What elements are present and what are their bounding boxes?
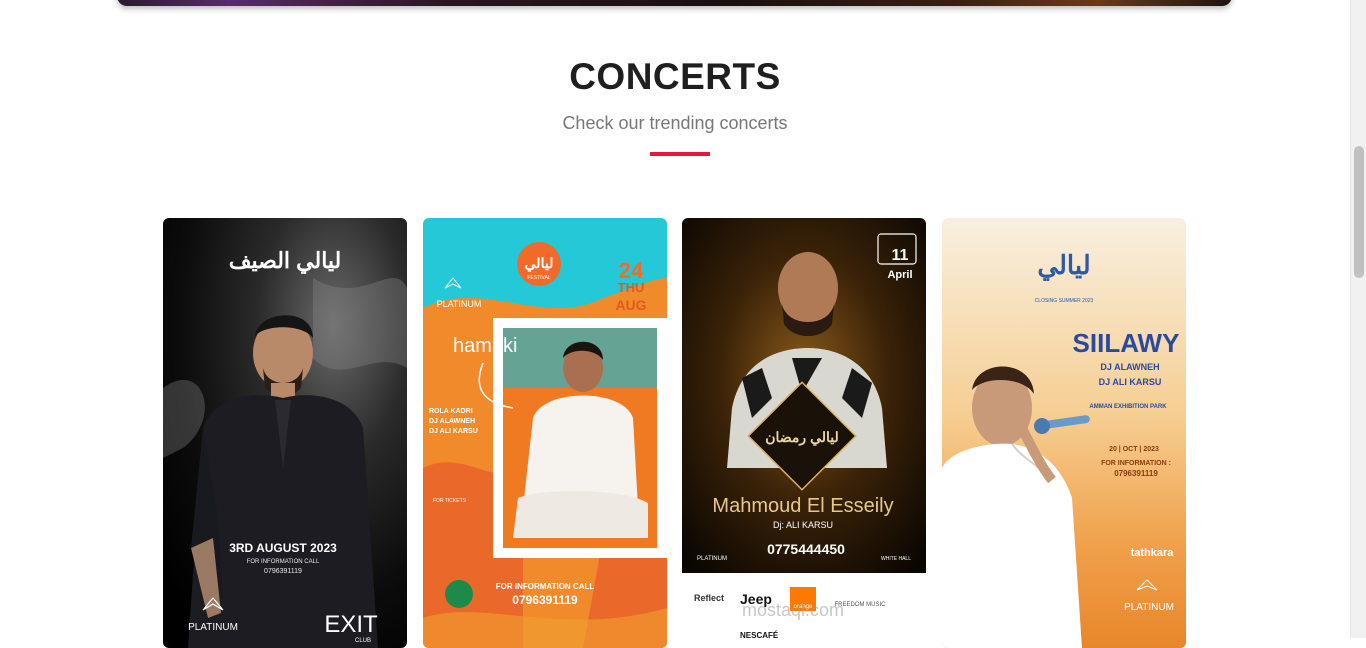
poster-2-artist: hamaki <box>453 335 517 357</box>
poster-4-season: CLOSING SUMMER 2023 <box>1035 298 1094 304</box>
poster-4-dj-2: DJ ALI KARSU <box>1099 377 1162 387</box>
poster-4-phone: 0796391119 <box>1114 469 1158 478</box>
section-subtitle: Check our trending concerts <box>562 113 788 133</box>
poster-2-dj-1: ROLA KADRI <box>429 408 473 415</box>
poster-3-logo: ليالي رمضان <box>765 429 839 446</box>
concert-card-4[interactable]: ليالي CLOSING SUMMER 2023 SIILAWY DJ ALA… <box>942 218 1186 648</box>
poster-4-artist: SIILAWY <box>1073 328 1180 358</box>
poster-2-dj-3: DJ ALI KARSU <box>429 428 478 435</box>
poster-2-festival: FESTIVAL <box>527 275 550 281</box>
poster-4-date: 20 | OCT | 2023 <box>1109 446 1159 453</box>
poster-2-phone: 0796391119 <box>512 593 578 607</box>
poster-2-weekday: THU <box>618 280 645 295</box>
poster-2-tickets-label: FOR TICKETS <box>433 498 467 504</box>
scrollbar-thumb[interactable] <box>1354 146 1364 278</box>
poster-1-phone: 0796391119 <box>264 568 302 575</box>
concert-poster-3: 11 April ليالي رمضان Mahmoud El Esseily … <box>682 218 926 648</box>
poster-2-logo: ليالي <box>525 255 554 272</box>
concert-card-3[interactable]: 11 April ليالي رمضان Mahmoud El Esseily … <box>682 218 926 648</box>
poster-2-info-label: FOR INFORMATION CALL <box>496 582 595 591</box>
concert-poster-1: ليالي الصيف 3RD AUGUST 2023 FOR INFORMAT… <box>163 218 407 648</box>
poster-2-month: AUG <box>615 297 646 313</box>
section-title: CONCERTS <box>569 56 781 97</box>
concert-poster-2: ليالي FESTIVAL 24 THU AUG PLATINUM hamak… <box>423 218 667 648</box>
poster-3-sponsor-5: NESCAFÉ <box>740 631 779 640</box>
poster-1-date: 3RD AUGUST 2023 <box>229 541 337 555</box>
poster-4-brand: PLATINUM <box>1124 602 1174 613</box>
poster-3-phone: 0775444450 <box>767 541 845 557</box>
poster-3-watermark: mostaql.com <box>742 600 844 620</box>
poster-1-venue: EXIT <box>324 611 378 638</box>
poster-1-logo: ليالي الصيف <box>229 248 342 274</box>
poster-3-brand: PLATINUM <box>697 556 727 562</box>
page-scrollbar[interactable] <box>1350 0 1366 638</box>
concert-card-2[interactable]: ليالي FESTIVAL 24 THU AUG PLATINUM hamak… <box>423 218 667 648</box>
poster-2-dj-2: DJ ALAWNEH <box>429 418 475 425</box>
concert-card-1[interactable]: ليالي الصيف 3RD AUGUST 2023 FOR INFORMAT… <box>163 218 407 648</box>
poster-3-artist: Mahmoud El Esseily <box>712 495 893 517</box>
poster-3-dj: Dj: ALI KARSU <box>773 520 833 530</box>
poster-4-ticketing: tathkara <box>1131 547 1175 559</box>
concert-poster-4: ليالي CLOSING SUMMER 2023 SIILAWY DJ ALA… <box>942 218 1186 648</box>
poster-4-location: AMMAN EXHIBITION PARK <box>1089 404 1167 410</box>
poster-3-venue: WHITE HALL <box>881 556 911 562</box>
hero-banner-bottom-edge <box>117 0 1232 6</box>
poster-1-brand: PLATINUM <box>188 622 238 633</box>
poster-4-logo: ليالي <box>1037 250 1090 281</box>
poster-2-brand: PLATINUM <box>437 299 482 309</box>
poster-3-day: 11 <box>892 247 909 264</box>
poster-1-venue-sub: CLUB <box>355 638 371 644</box>
poster-4-dj-1: DJ ALAWNEH <box>1100 362 1159 372</box>
poster-3-sponsor-1: Reflect <box>694 593 724 603</box>
title-underline <box>650 152 710 156</box>
poster-3-month: April <box>887 269 912 281</box>
poster-1-info-label: FOR INFORMATION CALL <box>247 559 320 565</box>
poster-4-info-label: FOR INFORMATION : <box>1101 460 1171 467</box>
